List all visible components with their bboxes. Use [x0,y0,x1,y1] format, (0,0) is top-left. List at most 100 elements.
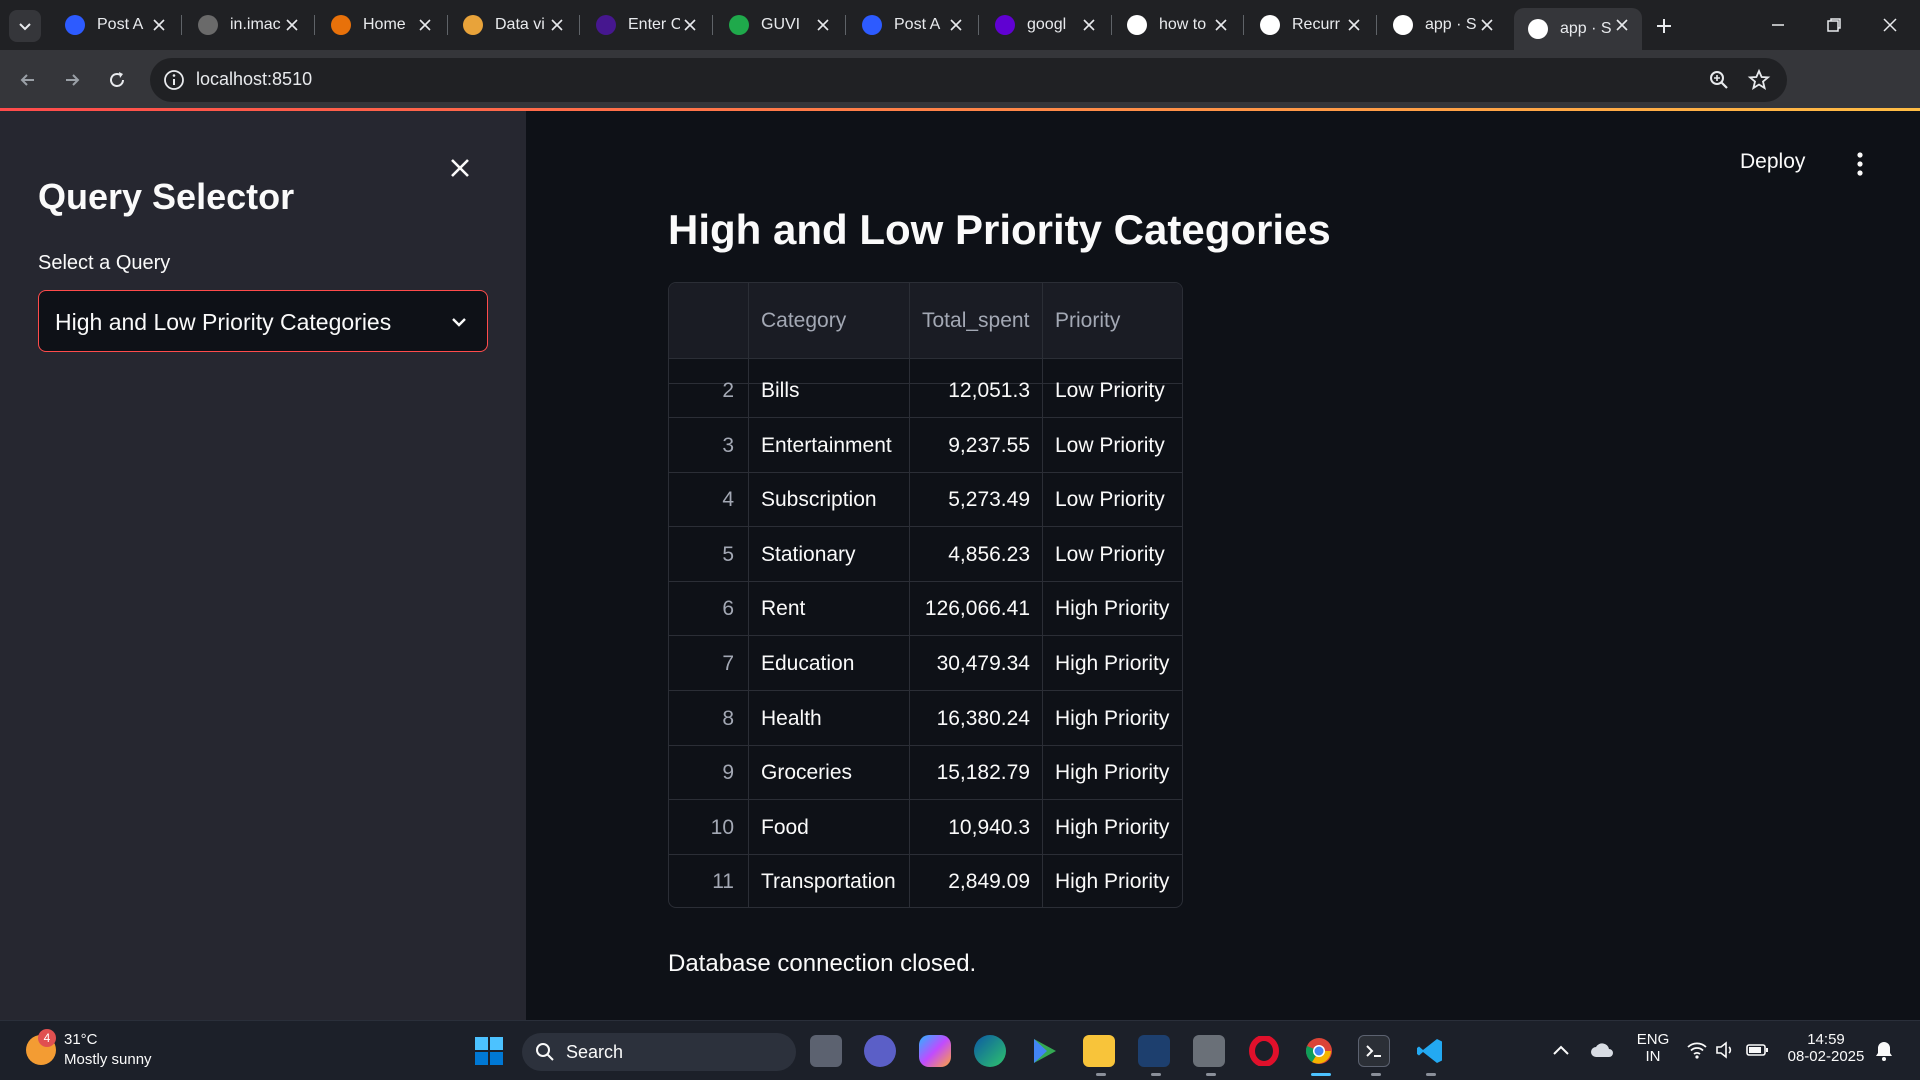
close-tab-icon[interactable] [1612,15,1632,35]
copilot-icon[interactable] [919,1035,951,1067]
browser-tab[interactable]: Post A [51,8,179,42]
deploy-button[interactable]: Deploy [1740,150,1805,174]
edge-icon[interactable] [974,1035,1006,1067]
table-cell-index[interactable]: 5 [669,527,749,582]
table-cell-index[interactable]: 3 [669,418,749,473]
table-cell-total[interactable]: 126,066.41 [910,581,1043,636]
table-cell-index[interactable]: 6 [669,581,749,636]
bookmark-star-icon[interactable] [1747,68,1771,92]
column-header-category[interactable]: Category [749,283,910,359]
close-sidebar-icon[interactable] [446,154,474,182]
table-cell-category[interactable]: Transportation [749,854,910,907]
weather-condition[interactable]: Mostly sunny [64,1051,152,1068]
close-tab-icon[interactable] [946,15,966,35]
table-cell-priority[interactable]: High Priority [1043,581,1182,636]
table-row[interactable]: 2 Bills 12,051.3 Low Priority [669,363,1182,418]
table-cell-category[interactable]: Entertainment [749,418,910,473]
table-cell-total[interactable]: 9,237.55 [910,418,1043,473]
browser-tab[interactable]: Home [317,8,445,42]
play-store-icon[interactable] [1028,1035,1060,1067]
zoom-icon[interactable] [1707,68,1731,92]
opera-icon[interactable] [1248,1035,1280,1067]
onedrive-cloud-icon[interactable] [1590,1041,1614,1059]
chrome-icon[interactable] [1303,1035,1335,1067]
table-row[interactable]: 4 Subscription 5,273.49 Low Priority [669,472,1182,527]
table-cell-total[interactable]: 2,849.09 [910,854,1043,907]
table-cell-priority[interactable]: Low Priority [1043,472,1182,527]
vscode-icon[interactable] [1414,1035,1446,1067]
site-info-icon[interactable] [162,68,186,92]
table-cell-priority[interactable]: High Priority [1043,800,1182,855]
table-cell-category[interactable]: Stationary [749,527,910,582]
table-cell-category[interactable]: Groceries [749,745,910,800]
table-cell-priority[interactable]: High Priority [1043,691,1182,746]
table-cell-category[interactable]: Bills [749,363,910,418]
close-tab-icon[interactable] [1211,15,1231,35]
table-row[interactable]: 11 Transportation 2,849.09 High Priority [669,854,1182,907]
clock[interactable]: 14:59 08-02-2025 [1782,1031,1870,1065]
table-cell-total[interactable]: 10,940.3 [910,800,1043,855]
table-cell-category[interactable]: Rent [749,581,910,636]
data-table[interactable]: Category Total_spent Priority 2 Bills 12,0… [668,282,1183,908]
table-row[interactable]: 6 Rent 126,066.41 High Priority [669,581,1182,636]
table-cell-priority[interactable]: Low Priority [1043,418,1182,473]
task-view-icon[interactable] [810,1035,842,1067]
close-tab-icon[interactable] [415,15,435,35]
taskbar-search-label[interactable]: Search [566,1042,623,1063]
query-select[interactable]: High and Low Priority Categories [38,290,488,352]
file-explorer-icon[interactable] [1083,1035,1115,1067]
table-cell-index[interactable]: 2 [669,363,749,418]
mysql-workbench-icon[interactable] [1138,1035,1170,1067]
close-tab-icon[interactable] [1079,15,1099,35]
table-cell-index[interactable]: 4 [669,472,749,527]
table-cell-index[interactable]: 11 [669,854,749,907]
wifi-icon[interactable] [1686,1041,1708,1059]
table-row[interactable]: 8 Health 16,380.24 High Priority [669,691,1182,746]
notification-bell-icon[interactable] [1874,1040,1894,1062]
window-close-button[interactable] [1862,0,1918,50]
language-indicator[interactable]: ENG IN [1636,1031,1670,1065]
table-cell-total[interactable]: 30,479.34 [910,636,1043,691]
back-button[interactable] [12,64,44,96]
new-tab-button[interactable] [1650,12,1678,40]
table-cell-total[interactable]: 4,856.23 [910,527,1043,582]
column-header-total-spent[interactable]: Total_spent [910,283,1043,359]
table-cell-priority[interactable]: High Priority [1043,636,1182,691]
table-cell-category[interactable]: Subscription [749,472,910,527]
table-cell-category[interactable]: Education [749,636,910,691]
table-row[interactable]: 10 Food 10,940.3 High Priority [669,800,1182,855]
chevron-up-icon[interactable] [1552,1043,1570,1057]
query-select-value[interactable]: High and Low Priority Categories [55,309,391,336]
table-cell-priority[interactable]: Low Priority [1043,363,1182,418]
terminal-icon[interactable] [1358,1035,1390,1067]
chevron-down-icon[interactable] [449,312,469,332]
weather-temperature[interactable]: 31°C [64,1031,98,1048]
forward-button[interactable] [56,64,88,96]
table-cell-priority[interactable]: Low Priority [1043,527,1182,582]
column-header-index[interactable] [669,283,749,359]
browser-tab[interactable]: Data vi [449,8,577,42]
tab-search-button[interactable] [9,10,41,42]
address-bar[interactable]: localhost:8510 [150,58,1787,102]
app-menu-icon[interactable] [1850,150,1870,178]
calculator-icon[interactable] [1193,1035,1225,1067]
table-row[interactable]: 7 Education 30,479.34 High Priority [669,636,1182,691]
minimize-button[interactable] [1750,0,1806,50]
column-header-priority[interactable]: Priority [1043,283,1182,359]
table-cell-index[interactable]: 8 [669,691,749,746]
browser-tab[interactable]: GUVI [715,8,843,42]
table-cell-total[interactable]: 15,182.79 [910,745,1043,800]
table-row[interactable]: 9 Groceries 15,182.79 High Priority [669,745,1182,800]
table-row[interactable]: 5 Stationary 4,856.23 Low Priority [669,527,1182,582]
table-cell-category[interactable]: Food [749,800,910,855]
teams-icon[interactable] [864,1035,896,1067]
table-cell-category[interactable]: Health [749,691,910,746]
browser-tab[interactable]: in.imac [184,8,312,42]
browser-tab[interactable]: googl [981,8,1109,42]
close-tab-icon[interactable] [813,15,833,35]
close-tab-icon[interactable] [680,15,700,35]
table-cell-priority[interactable]: High Priority [1043,745,1182,800]
restore-button[interactable] [1806,0,1862,50]
table-cell-priority[interactable]: High Priority [1043,854,1182,907]
table-cell-total[interactable]: 12,051.3 [910,363,1043,418]
